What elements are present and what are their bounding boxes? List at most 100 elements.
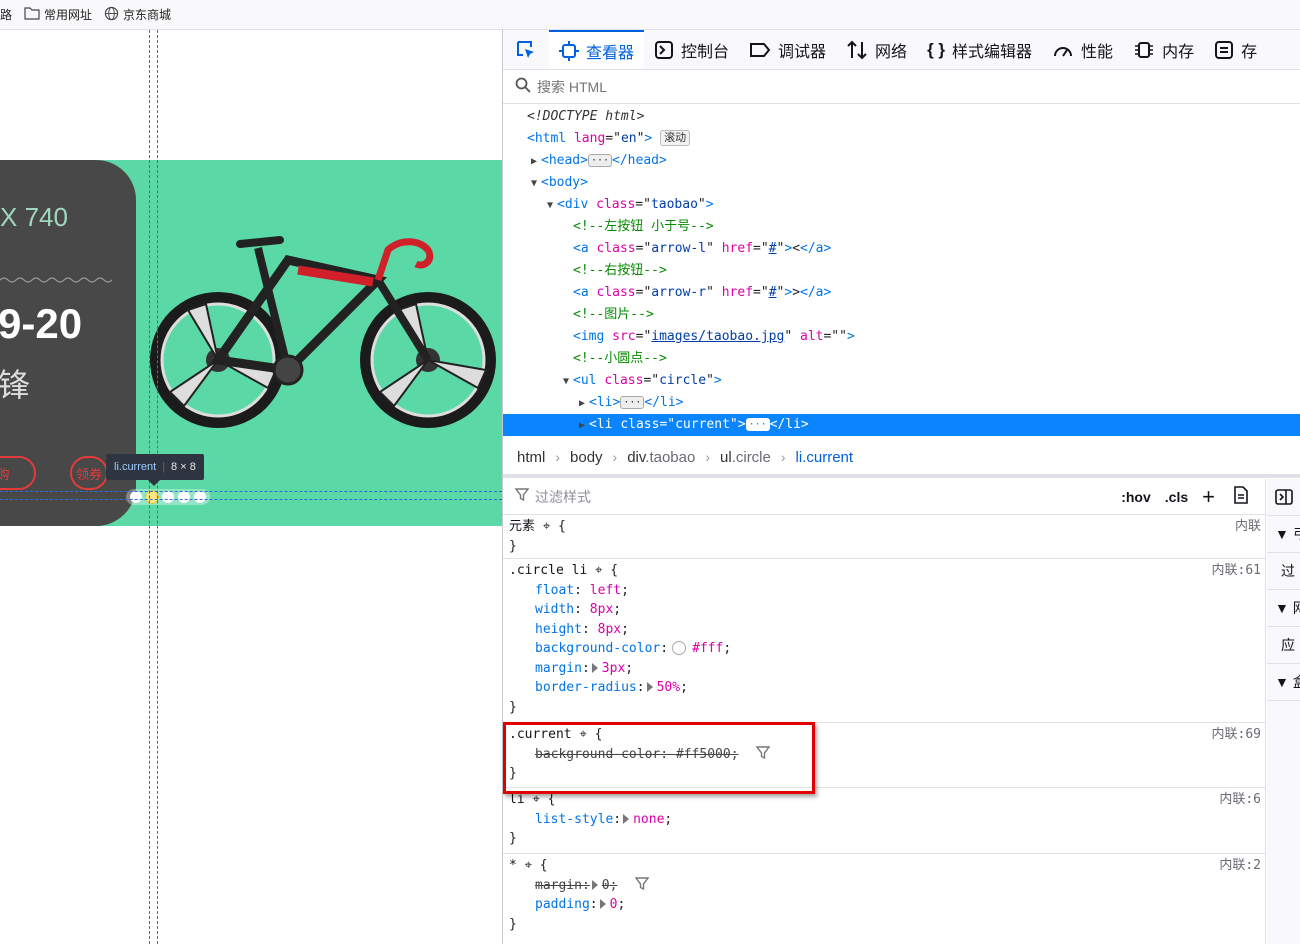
highlight-selector-icon[interactable]: ⌖ [595,563,602,578]
markup-node-html[interactable]: <html lang="en"> 滚动 [503,128,1300,150]
rule-selector: .circle li [509,563,588,578]
bookmarks-bar: 上路 常用网址 京东商城 [0,0,1300,30]
tab-debugger[interactable]: 调试器 [739,30,836,69]
devtools-toolbar: 查看器 控制台 调试器 网络 { } 样式编辑器 性能 内存 存 [503,30,1300,70]
highlighter-tooltip: li.current | 8 × 8 [106,454,204,480]
markup-node-li-selected[interactable]: ▶ <li class="current"> ··· </li> [503,414,1300,436]
add-rule-button[interactable]: + [1202,484,1215,510]
markup-comment[interactable]: <!--图片--> [503,304,1300,326]
markup-node-a[interactable]: <a class="arrow-l" href="#"><</a> [503,238,1300,260]
side-toggle-button[interactable] [1267,479,1300,516]
markup-node-body[interactable]: ▼ <body> [503,172,1300,194]
markup-comment[interactable]: <!--左按钮 小于号--> [503,216,1300,238]
expand-icon[interactable] [591,662,598,673]
side-section-header[interactable]: ▼ 网 [1267,590,1300,627]
breadcrumb-item[interactable]: body [570,449,603,466]
breadcrumb-item[interactable]: ul.circle [720,449,771,466]
highlight-selector-icon[interactable]: ⌖ [525,858,532,873]
bookmark-label: 京东商城 [123,8,172,22]
markup-node-a[interactable]: <a class="arrow-r" href="#">></a> [503,282,1300,304]
tooltip-selector: li.current [114,461,157,473]
tab-style-editor[interactable]: { } 样式编辑器 [917,30,1042,69]
declaration[interactable]: float: left; [509,581,1265,601]
expand-icon[interactable] [591,879,598,890]
markup-node-ul[interactable]: ▼ <ul class="circle"> [503,370,1300,392]
buy-button[interactable]: 购 [0,456,36,490]
tab-performance[interactable]: 性能 [1042,30,1123,69]
breadcrumb-item[interactable]: div.taobao [627,449,695,466]
bookmark-label: 常用网址 [44,8,93,22]
circle-dot[interactable] [178,491,190,503]
expand-icon[interactable] [599,899,606,909]
expand-icon[interactable]: ▶ [527,151,541,173]
breadcrumb-item[interactable]: html [517,449,545,466]
src-value[interactable]: images/taobao.jpg [651,329,784,344]
collapse-icon[interactable]: ▼ [543,195,557,217]
declaration[interactable]: height: 8px; [509,620,1265,640]
tab-network[interactable]: 网络 [836,30,917,69]
rule-source[interactable]: 内联:6 [1219,788,1261,807]
rule-source[interactable]: 内联 [1235,515,1261,534]
markup-comment[interactable]: <!--右按钮--> [503,260,1300,282]
element-picker-button[interactable] [503,30,549,69]
promo-subtitle: 锋 [0,366,31,404]
declaration[interactable]: border-radius: 50%; [509,678,1265,698]
network-icon [846,40,868,60]
hov-button[interactable]: :hov [1121,489,1151,505]
collapse-icon[interactable]: ▼ [527,173,541,195]
ellipsis-icon[interactable]: ··· [620,396,645,409]
markup-node-div[interactable]: ▼ <div class="taobao"> [503,194,1300,216]
globe-icon [104,6,119,24]
filter-styles-input[interactable]: 过滤样式 [535,487,1121,507]
markup-node[interactable]: <!DOCTYPE html> [503,106,1300,128]
declaration[interactable]: list-style: none; [509,810,1265,830]
print-media-icon[interactable] [1233,486,1249,507]
taobao-banner: X 740 9-20 锋 购 领券 [0,160,502,526]
declaration[interactable]: padding: 0; [509,895,1265,915]
rule-source[interactable]: 内联:2 [1219,854,1261,873]
bookmark-folder[interactable]: 常用网址 [24,6,92,23]
href-value[interactable]: # [769,241,777,256]
scroll-badge[interactable]: 滚动 [660,130,691,146]
declaration[interactable]: margin: 3px; [509,659,1265,679]
ellipsis-icon[interactable]: ··· [745,418,770,431]
side-section-row: 过 [1267,553,1300,590]
expand-icon[interactable]: ▶ [575,415,589,437]
rule-selector: li [509,792,525,807]
circle-dot[interactable] [130,491,142,503]
href-value[interactable]: # [769,285,777,300]
expand-icon[interactable] [646,682,653,692]
highlight-selector-icon[interactable]: ⌖ [532,792,539,807]
tab-memory[interactable]: 内存 [1123,30,1204,69]
highlight-selector-icon[interactable]: ⌖ [543,519,550,534]
declaration[interactable]: width: 8px; [509,600,1265,620]
circle-dot[interactable] [162,491,174,503]
search-icon [515,77,531,96]
search-html-input[interactable] [537,78,837,95]
declaration[interactable]: background-color: #fff; [509,639,1265,659]
bookmark-item[interactable]: 京东商城 [104,6,171,24]
filter-icon[interactable] [625,876,650,893]
expand-icon[interactable]: ▶ [575,393,589,415]
markup-node-head[interactable]: ▶ <head> ··· </head> [503,150,1300,172]
cls-button[interactable]: .cls [1165,489,1188,505]
markup-comment[interactable]: <!--小圆点--> [503,348,1300,370]
tab-console[interactable]: 控制台 [644,30,739,69]
color-swatch[interactable] [672,641,687,655]
markup-node-li[interactable]: ▶ <li> ··· </li> [503,392,1300,414]
tab-storage[interactable]: 存 [1204,30,1267,69]
bookmark-item[interactable]: 上路 [0,6,12,23]
side-section-header[interactable]: ▼ 弓 [1267,516,1300,553]
ellipsis-icon[interactable]: ··· [587,154,613,167]
markup-node-img[interactable]: <img src="images/taobao.jpg" alt=""> [503,326,1300,348]
declaration-overridden[interactable]: margin: 0; [509,876,1265,896]
circle-dot[interactable] [194,491,206,503]
rule-source[interactable]: 内联:69 [1212,723,1261,742]
collapse-icon[interactable]: ▼ [559,371,573,393]
tab-inspector[interactable]: 查看器 [549,30,645,69]
breadcrumb-item-current[interactable]: li.current [796,449,854,466]
expand-icon[interactable] [623,813,630,824]
rule-source[interactable]: 内联:61 [1212,559,1261,578]
side-section-header[interactable]: ▼ 盒 [1267,664,1300,701]
coupon-button[interactable]: 领券 [70,456,108,490]
